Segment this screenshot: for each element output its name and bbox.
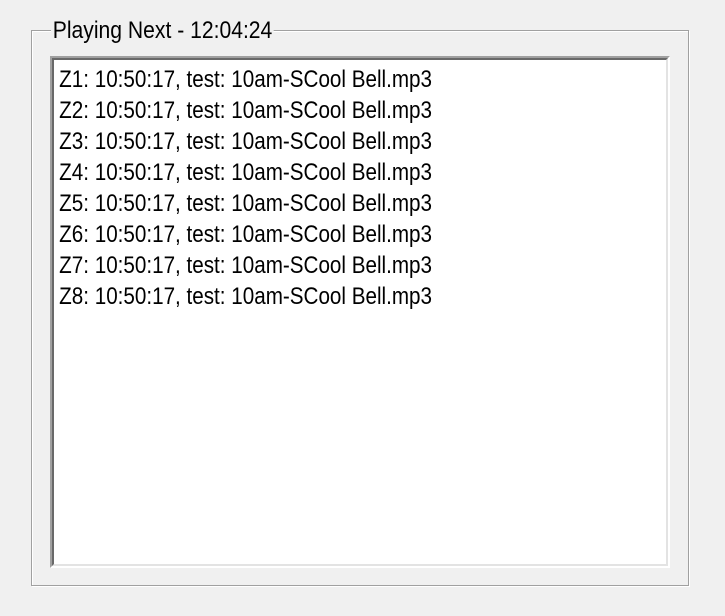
list-item[interactable]: Z1: 10:50:17, test: 10am-SCool Bell.mp3	[54, 64, 580, 95]
list-item[interactable]: Z2: 10:50:17, test: 10am-SCool Bell.mp3	[54, 95, 580, 126]
playing-next-listbox[interactable]: Z1: 10:50:17, test: 10am-SCool Bell.mp3 …	[50, 56, 670, 568]
listbox-content: Z1: 10:50:17, test: 10am-SCool Bell.mp3 …	[52, 58, 668, 566]
playing-next-title: Playing Next - 12:04:24	[51, 16, 275, 46]
list-item[interactable]: Z7: 10:50:17, test: 10am-SCool Bell.mp3	[54, 250, 580, 281]
list-item[interactable]: Z5: 10:50:17, test: 10am-SCool Bell.mp3	[54, 188, 580, 219]
list-item[interactable]: Z3: 10:50:17, test: 10am-SCool Bell.mp3	[54, 126, 580, 157]
list-item[interactable]: Z6: 10:50:17, test: 10am-SCool Bell.mp3	[54, 219, 580, 250]
list-item[interactable]: Z8: 10:50:17, test: 10am-SCool Bell.mp3	[54, 281, 580, 312]
list-item[interactable]: Z4: 10:50:17, test: 10am-SCool Bell.mp3	[54, 157, 580, 188]
